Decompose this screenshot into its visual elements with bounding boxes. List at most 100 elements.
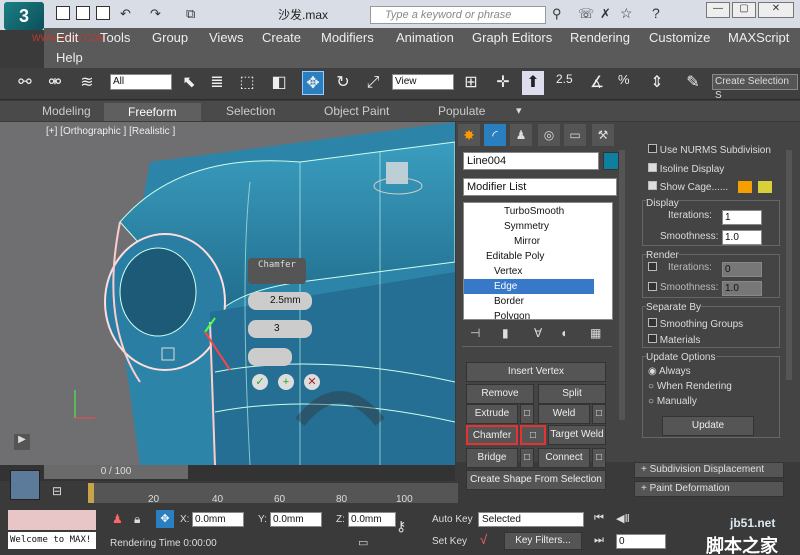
minimize-button[interactable]: — bbox=[706, 2, 730, 18]
modifier-list-dropdown[interactable]: Modifier List bbox=[463, 178, 617, 196]
chamfer-segments-field[interactable]: 3 bbox=[248, 320, 312, 338]
select-link-icon[interactable]: ⚯ bbox=[14, 71, 36, 95]
menu-tools[interactable]: Tools bbox=[100, 30, 130, 45]
menu-edit[interactable]: Edit bbox=[56, 30, 78, 45]
redo-icon[interactable]: ↷ bbox=[150, 6, 161, 22]
modify-panel-icon[interactable]: ◜ bbox=[484, 124, 506, 146]
tab-object-paint[interactable]: Object Paint bbox=[324, 104, 389, 118]
ribbon-options-icon[interactable]: ▾ bbox=[516, 104, 522, 117]
when-rendering-radio[interactable]: ○ When Rendering bbox=[648, 381, 732, 392]
manually-radio[interactable]: ○ Manually bbox=[648, 396, 697, 407]
insert-vertex-button[interactable]: Insert Vertex bbox=[466, 362, 606, 382]
tab-selection[interactable]: Selection bbox=[226, 104, 275, 118]
unlink-icon[interactable]: ⚮ bbox=[44, 71, 66, 95]
search-input[interactable]: Type a keyword or phrase bbox=[370, 6, 546, 24]
split-button[interactable]: Split bbox=[538, 384, 606, 404]
render-iterations-checkbox[interactable] bbox=[648, 262, 657, 274]
connect-button[interactable]: Connect bbox=[538, 448, 590, 468]
use-nurms-checkbox[interactable]: Use NURMS Subdivision bbox=[648, 144, 771, 156]
add-time-tag-icon[interactable]: ▭ bbox=[358, 536, 368, 549]
absolute-mode-icon[interactable]: ✥ bbox=[156, 510, 174, 528]
cage-color-1[interactable] bbox=[738, 181, 752, 193]
project-icon[interactable]: ⧉ bbox=[186, 6, 195, 22]
menu-group[interactable]: Group bbox=[152, 30, 188, 45]
pin-stack-icon[interactable]: ⊣ bbox=[470, 326, 480, 340]
tools-icon[interactable]: ✗ bbox=[600, 6, 611, 22]
materials-checkbox[interactable]: Materials bbox=[648, 334, 700, 346]
maximize-button[interactable]: ▢ bbox=[732, 2, 756, 18]
stack-item-polygon[interactable]: Polygon bbox=[464, 309, 594, 319]
binoculars-icon[interactable]: ⚲ bbox=[552, 6, 562, 22]
save-file-icon[interactable] bbox=[96, 6, 110, 20]
extrude-settings-button[interactable]: □ bbox=[520, 404, 534, 424]
stack-item-editable-poly[interactable]: Editable Poly bbox=[464, 249, 594, 264]
time-slider[interactable]: 0 / 100 bbox=[44, 465, 188, 479]
tab-freeform[interactable]: Freeform bbox=[104, 103, 201, 121]
bridge-button[interactable]: Bridge bbox=[466, 448, 518, 468]
caddy-apply-icon[interactable]: + bbox=[278, 374, 294, 390]
cage-color-2[interactable] bbox=[758, 181, 772, 193]
subdivision-displacement-rollout[interactable]: + Subdivision Displacement bbox=[634, 462, 784, 478]
expand-track-icon[interactable]: ▶ bbox=[14, 434, 30, 450]
iterations-input[interactable]: 1 bbox=[722, 210, 762, 225]
create-shape-button[interactable]: Create Shape From Selection bbox=[466, 470, 606, 490]
app-logo-icon[interactable]: 3 bbox=[4, 2, 44, 30]
angle-snap-icon[interactable]: ∡ bbox=[586, 71, 608, 95]
pivot-center-icon[interactable]: ⊞ bbox=[460, 71, 482, 95]
spinner-snap-icon[interactable]: ⇕ bbox=[646, 71, 668, 95]
track-bar-icon[interactable]: ⊟ bbox=[52, 484, 62, 498]
show-end-result-icon[interactable]: ▮ bbox=[502, 326, 509, 340]
stack-item-symmetry[interactable]: Symmetry bbox=[464, 219, 594, 234]
select-manipulate-icon[interactable]: ✛ bbox=[492, 71, 514, 95]
tab-populate[interactable]: Populate bbox=[438, 104, 485, 118]
current-frame-field[interactable]: 0 bbox=[616, 534, 666, 549]
stack-item-border[interactable]: Border bbox=[464, 294, 594, 309]
render-smoothness-input[interactable]: 1.0 bbox=[722, 281, 762, 296]
open-file-icon[interactable] bbox=[76, 6, 90, 20]
rotate-icon[interactable]: ↻ bbox=[332, 71, 354, 95]
object-name-field[interactable]: Line004 bbox=[463, 152, 599, 170]
motion-panel-icon[interactable]: ◎ bbox=[538, 124, 560, 146]
set-key-button[interactable]: Set Key bbox=[432, 536, 467, 547]
bridge-settings-button[interactable]: □ bbox=[520, 448, 534, 468]
mini-listener-icon[interactable] bbox=[10, 470, 40, 500]
selection-filter-dropdown[interactable]: All bbox=[110, 74, 172, 90]
menu-views[interactable]: Views bbox=[209, 30, 243, 45]
viewport-orthographic[interactable]: [+] [Orthographic ] [Realistic ] Chamfer… bbox=[0, 122, 455, 465]
update-button[interactable]: Update bbox=[662, 416, 754, 436]
key-selection-dropdown[interactable]: Selected bbox=[478, 512, 584, 527]
key-mode-toggle-icon[interactable]: ⏭ bbox=[594, 534, 604, 547]
menu-graph-editors[interactable]: Graph Editors bbox=[472, 30, 552, 45]
command-panel-scrollbar[interactable] bbox=[619, 150, 625, 420]
render-iterations-input[interactable]: 0 bbox=[722, 262, 762, 277]
render-smoothness-checkbox[interactable] bbox=[648, 282, 657, 294]
percent-snap-icon[interactable]: % bbox=[618, 72, 630, 87]
stack-item-turbosmooth[interactable]: TurboSmooth bbox=[464, 204, 594, 219]
help-icon[interactable]: ? bbox=[652, 5, 660, 21]
modifier-stack[interactable]: TurboSmooth Symmetry Mirror Editable Pol… bbox=[463, 202, 613, 320]
menu-rendering[interactable]: Rendering bbox=[570, 30, 630, 45]
command-panel-scrollbar-right[interactable] bbox=[786, 150, 792, 380]
menu-create[interactable]: Create bbox=[262, 30, 301, 45]
chamfer-settings-button[interactable]: □ bbox=[520, 425, 546, 445]
isolate-icon[interactable]: ♟ bbox=[112, 512, 123, 526]
connect-settings-button[interactable]: □ bbox=[592, 448, 606, 468]
new-file-icon[interactable] bbox=[56, 6, 70, 20]
select-object-icon[interactable]: ⬉ bbox=[178, 71, 200, 95]
y-coordinate-input[interactable]: 0.0mm bbox=[270, 512, 322, 527]
target-weld-button[interactable]: Target Weld bbox=[548, 425, 606, 445]
scale-icon[interactable]: ⤢ bbox=[362, 71, 384, 95]
star-icon[interactable]: ☆ bbox=[620, 5, 633, 22]
key-filters-button[interactable]: Key Filters... bbox=[504, 532, 582, 550]
reference-coordinate-dropdown[interactable]: View bbox=[392, 74, 454, 90]
keyboard-shortcut-override-icon[interactable]: ⬆ bbox=[522, 71, 544, 95]
move-icon[interactable]: ✥ bbox=[302, 71, 324, 95]
close-button[interactable]: ✕ bbox=[758, 2, 794, 18]
maxscript-listener[interactable] bbox=[8, 510, 96, 530]
undo-icon[interactable]: ↶ bbox=[120, 6, 131, 22]
go-to-start-icon[interactable]: ⏮ bbox=[594, 512, 604, 525]
smoothing-groups-checkbox[interactable]: Smoothing Groups bbox=[648, 318, 743, 330]
rectangular-selection-icon[interactable]: ⬚ bbox=[236, 71, 258, 95]
isoline-display-checkbox[interactable]: Isoline Display bbox=[648, 163, 724, 175]
create-selection-set-dropdown[interactable]: Create Selection S bbox=[712, 74, 798, 101]
